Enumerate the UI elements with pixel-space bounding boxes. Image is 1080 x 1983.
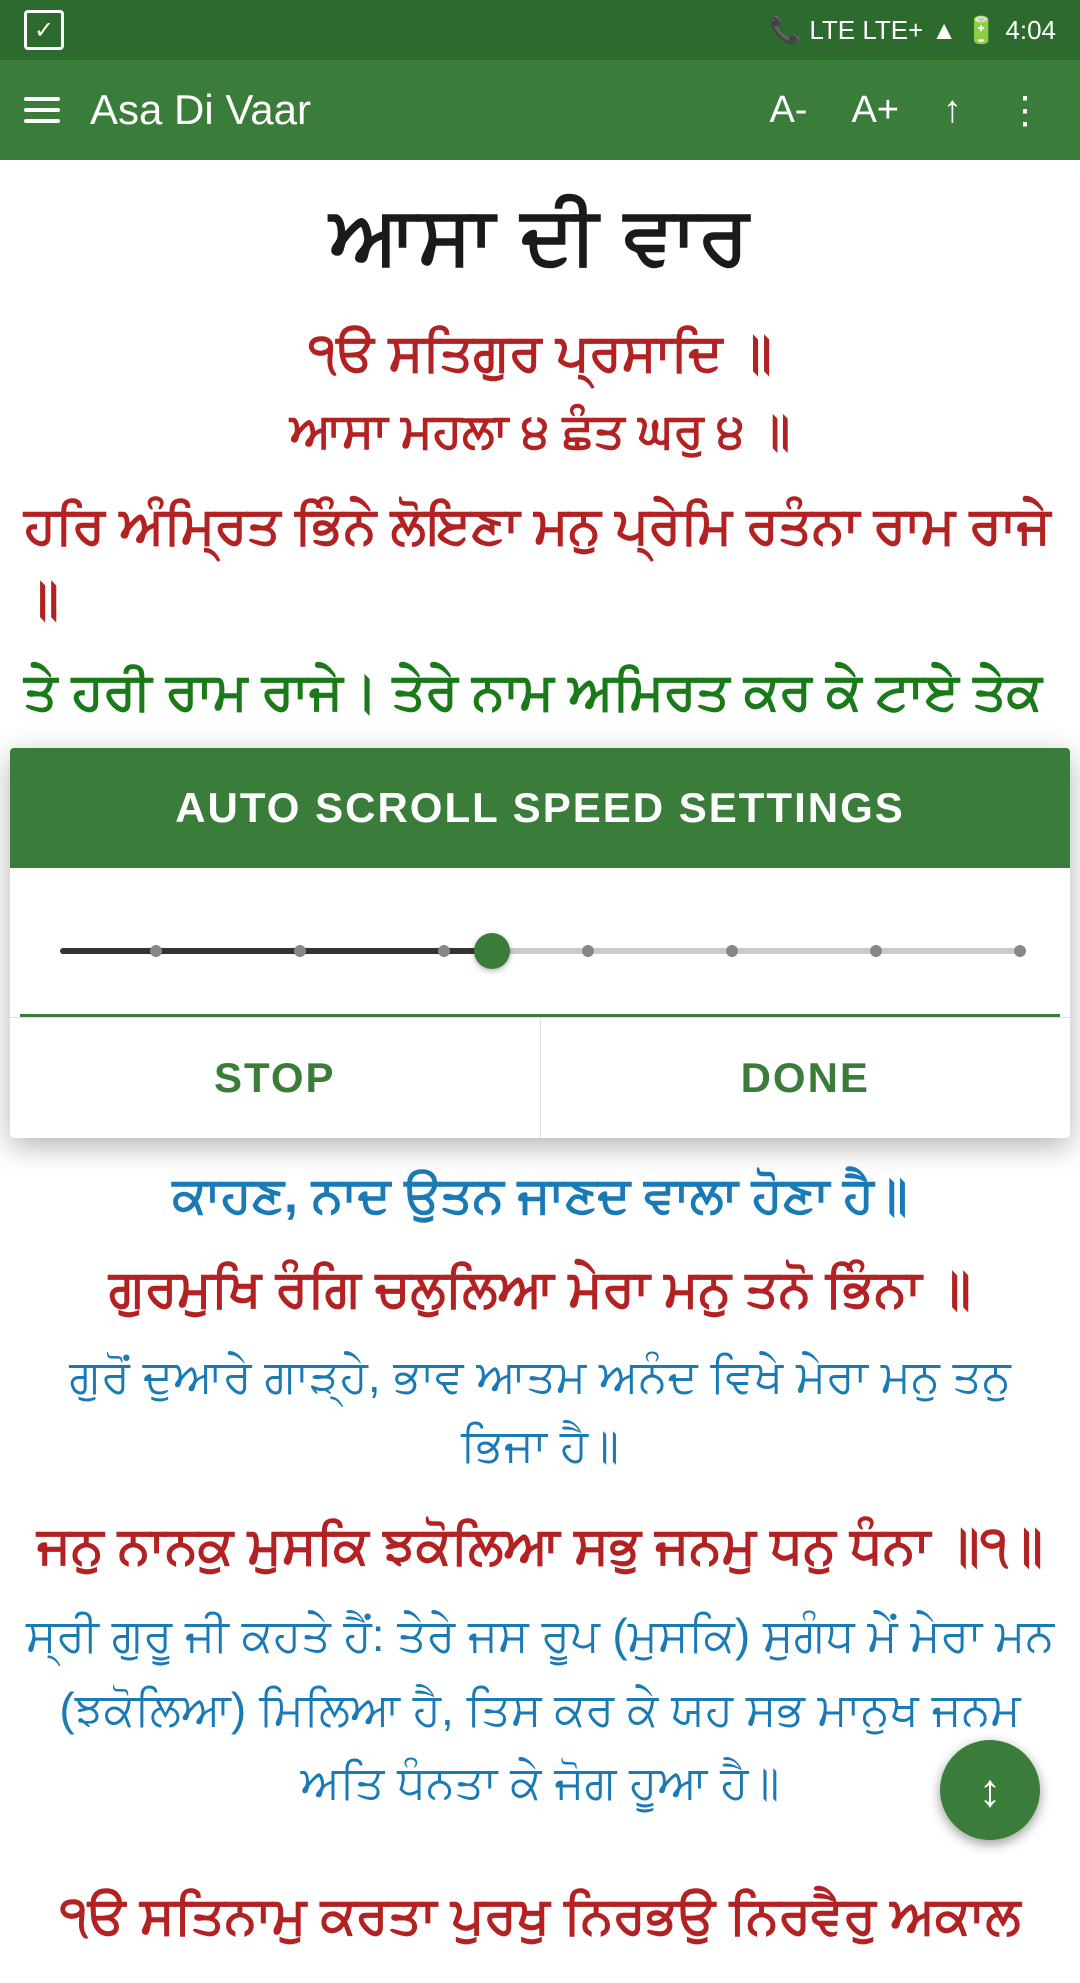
network-label: LTE LTE+ [809,15,923,46]
stop-button[interactable]: STOP [10,1018,541,1138]
speed-slider-container [50,908,1030,994]
status-bar-right: 📞 LTE LTE+ ▲ 🔋 4:04 [769,15,1056,46]
time-label: 4:04 [1005,15,1056,46]
content-below: ਕਾਹਣ, ਨਾਦ ਉਤਨ ਜਾਣਦ ਵਾਲਾ ਹੋਣਾ ਹੈ॥ ਗੁਰਮੁਖਿ… [0,1138,1080,1879]
slider-dot-1 [150,945,162,957]
status-bar: ✓ 📞 LTE LTE+ ▲ 🔋 4:04 [0,0,1080,60]
slider-track[interactable] [60,948,1020,954]
done-button[interactable]: DONE [541,1018,1071,1138]
verse-mahala: ਆਸਾ ਮਹਲਾ ੪ ਛੰਤ ਘਰੁ ੪ ॥ [24,404,1056,460]
dialog-actions: STOP DONE [10,1017,1070,1138]
scroll-up-button[interactable]: ↑ [931,81,974,140]
font-increase-button[interactable]: A+ [839,81,911,140]
more-options-button[interactable]: ⋮ [994,80,1056,141]
verse-line-1: ਹਰਿ ਅੰਮ੍ਰਿਤ ਭਿੰਨੇ ਲੋਇਣਾ ਮਨੁ ਪ੍ਰੇਮਿ ਰਤੰਨਾ… [24,490,1056,636]
phone-icon: 📞 [769,15,801,46]
auto-scroll-fab[interactable]: ↕ [940,1740,1040,1840]
dialog-header: AUTO SCROLL SPEED SETTINGS [10,748,1070,868]
slider-dot-6 [870,945,882,957]
verse-blue-1: ਕਾਹਣ, ਨਾਦ ਉਤਨ ਜਾਣਦ ਵਾਲਾ ਹੋਣਾ ਹੈ॥ [24,1158,1056,1233]
page-title: ਆਸਾ ਦੀ ਵਾਰ [24,190,1056,283]
slider-dot-2 [294,945,306,957]
content-bottom: ੧ੳ ਸਤਿਨਾਮੁ ਕਰਤਾ ਪੁਰਖੁ ਨਿਰਭਉ ਨਿਰਵੈਰੁ ਅਕਾਲ [0,1880,1080,1983]
app-bar: Asa Di Vaar A- A+ ↑ ⋮ [0,60,1080,160]
verse-blue-translation: ਗੁਰੋਂ ਦੁਆਰੇ ਗਾੜ੍ਹੇ, ਭਾਵ ਆਤਮ ਅਨੰਦ ਵਿਖੇ ਮੇ… [24,1342,1056,1480]
verse-mangal: ੧ੳ ਸਤਿਗੁਰ ਪ੍ਰਸਾਦਿ ॥ [24,323,1056,384]
slider-dot-7 [1014,945,1026,957]
verse-blue-long: ਸ੍ਰੀ ਗੁਰੂ ਜੀ ਕਹਤੇ ਹੈਂ: ਤੇਰੇ ਜਸ ਰੂਪ (ਮੁਸਕ… [24,1599,1056,1820]
app-title: Asa Di Vaar [90,86,737,134]
status-bar-left: ✓ [24,10,64,50]
verse-line-2-partial: ਤੇ ਹਰੀ ਰਾਮ ਰਾਜੇ। ਤੇਰੇ ਨਾਮ ਅਮਿਰਤ ਕਰ ਕੇ ਟਾ… [24,656,1056,729]
scroll-arrows-icon: ↕ [979,1763,1002,1817]
slider-thumb[interactable] [474,933,510,969]
verse-red-gurmukhi: ਗੁਰਮੁਖਿ ਰੰਗਿ ਚਲੁਲਿਆ ਮੇਰਾ ਮਨੁ ਤਨੋ ਭਿੰਨਾ ॥ [24,1253,1056,1326]
verse-red-numbered: ਜਨੁ ਨਾਨਕੁ ਮੁਸਕਿ ਝਕੋਲਿਆ ਸਭੁ ਜਨਮੁ ਧਨੁ ਧੰਨਾ… [24,1510,1056,1583]
font-decrease-button[interactable]: A- [757,81,819,140]
dialog-container: AUTO SCROLL SPEED SETTINGS [10,748,1070,1138]
notification-icon: ✓ [24,10,64,50]
scroll-speed-dialog: AUTO SCROLL SPEED SETTINGS [0,748,1080,1138]
slider-dot-5 [726,945,738,957]
verse-red-bottom: ੧ੳ ਸਤਿਨਾਮੁ ਕਰਤਾ ਪੁਰਖੁ ਨਿਰਭਉ ਨਿਰਵੈਰੁ ਅਕਾਲ [24,1880,1056,1953]
slider-dot-3 [438,945,450,957]
signal-icon: ▲ [931,15,957,46]
battery-icon: 🔋 [965,15,997,46]
slider-dot-4 [582,945,594,957]
dialog-title: AUTO SCROLL SPEED SETTINGS [175,784,905,831]
slider-fill [60,948,492,954]
content-area: ਆਸਾ ਦੀ ਵਾਰ ੧ੳ ਸਤਿਗੁਰ ਪ੍ਰਸਾਦਿ ॥ ਆਸਾ ਮਹਲਾ … [0,160,1080,728]
dialog-body [10,868,1070,1014]
hamburger-menu-button[interactable] [24,90,60,130]
